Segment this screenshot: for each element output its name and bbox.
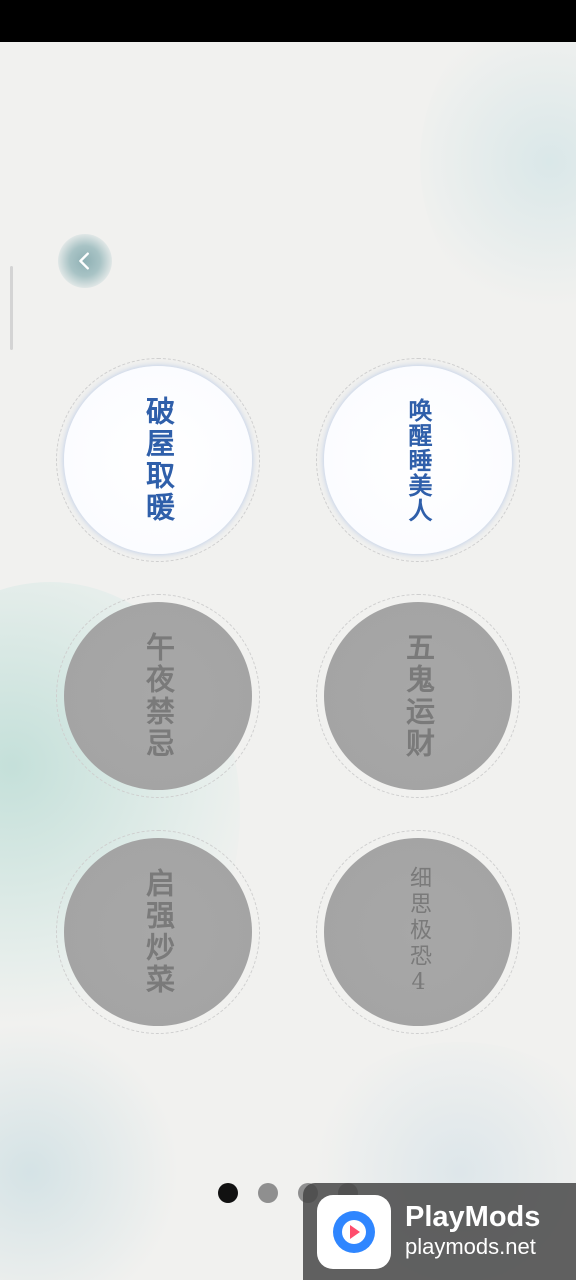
watermark-url: playmods.net [405, 1234, 536, 1260]
level-title: 唤醒睡美人 [404, 397, 433, 523]
playmods-watermark: PlayMods playmods.net [303, 1183, 576, 1280]
level-button-6[interactable]: 细思极恐4 [316, 830, 520, 1034]
playmods-logo-icon [317, 1194, 391, 1269]
level-button-2[interactable]: 唤醒睡美人 [316, 358, 520, 562]
level-button-4[interactable]: 五鬼运财 [316, 594, 520, 798]
page-dot-2[interactable] [258, 1183, 278, 1203]
level-button-3[interactable]: 午夜禁忌 [56, 594, 260, 798]
level-button-5[interactable]: 启强炒菜 [56, 830, 260, 1034]
edge-drag-handle[interactable] [10, 266, 13, 350]
level-title: 破屋取暖 [141, 396, 176, 524]
level-button-1[interactable]: 破屋取暖 [56, 358, 260, 562]
page-dot-1[interactable] [218, 1183, 238, 1203]
watermark-name: PlayMods [405, 1201, 541, 1234]
back-button[interactable] [58, 234, 112, 288]
level-title: 五鬼运财 [401, 632, 436, 760]
status-bar [0, 0, 576, 42]
level-title: 启强炒菜 [141, 868, 176, 996]
level-title: 细思极恐4 [406, 865, 431, 999]
chevron-left-icon [79, 252, 89, 270]
level-title: 午夜禁忌 [141, 632, 176, 760]
